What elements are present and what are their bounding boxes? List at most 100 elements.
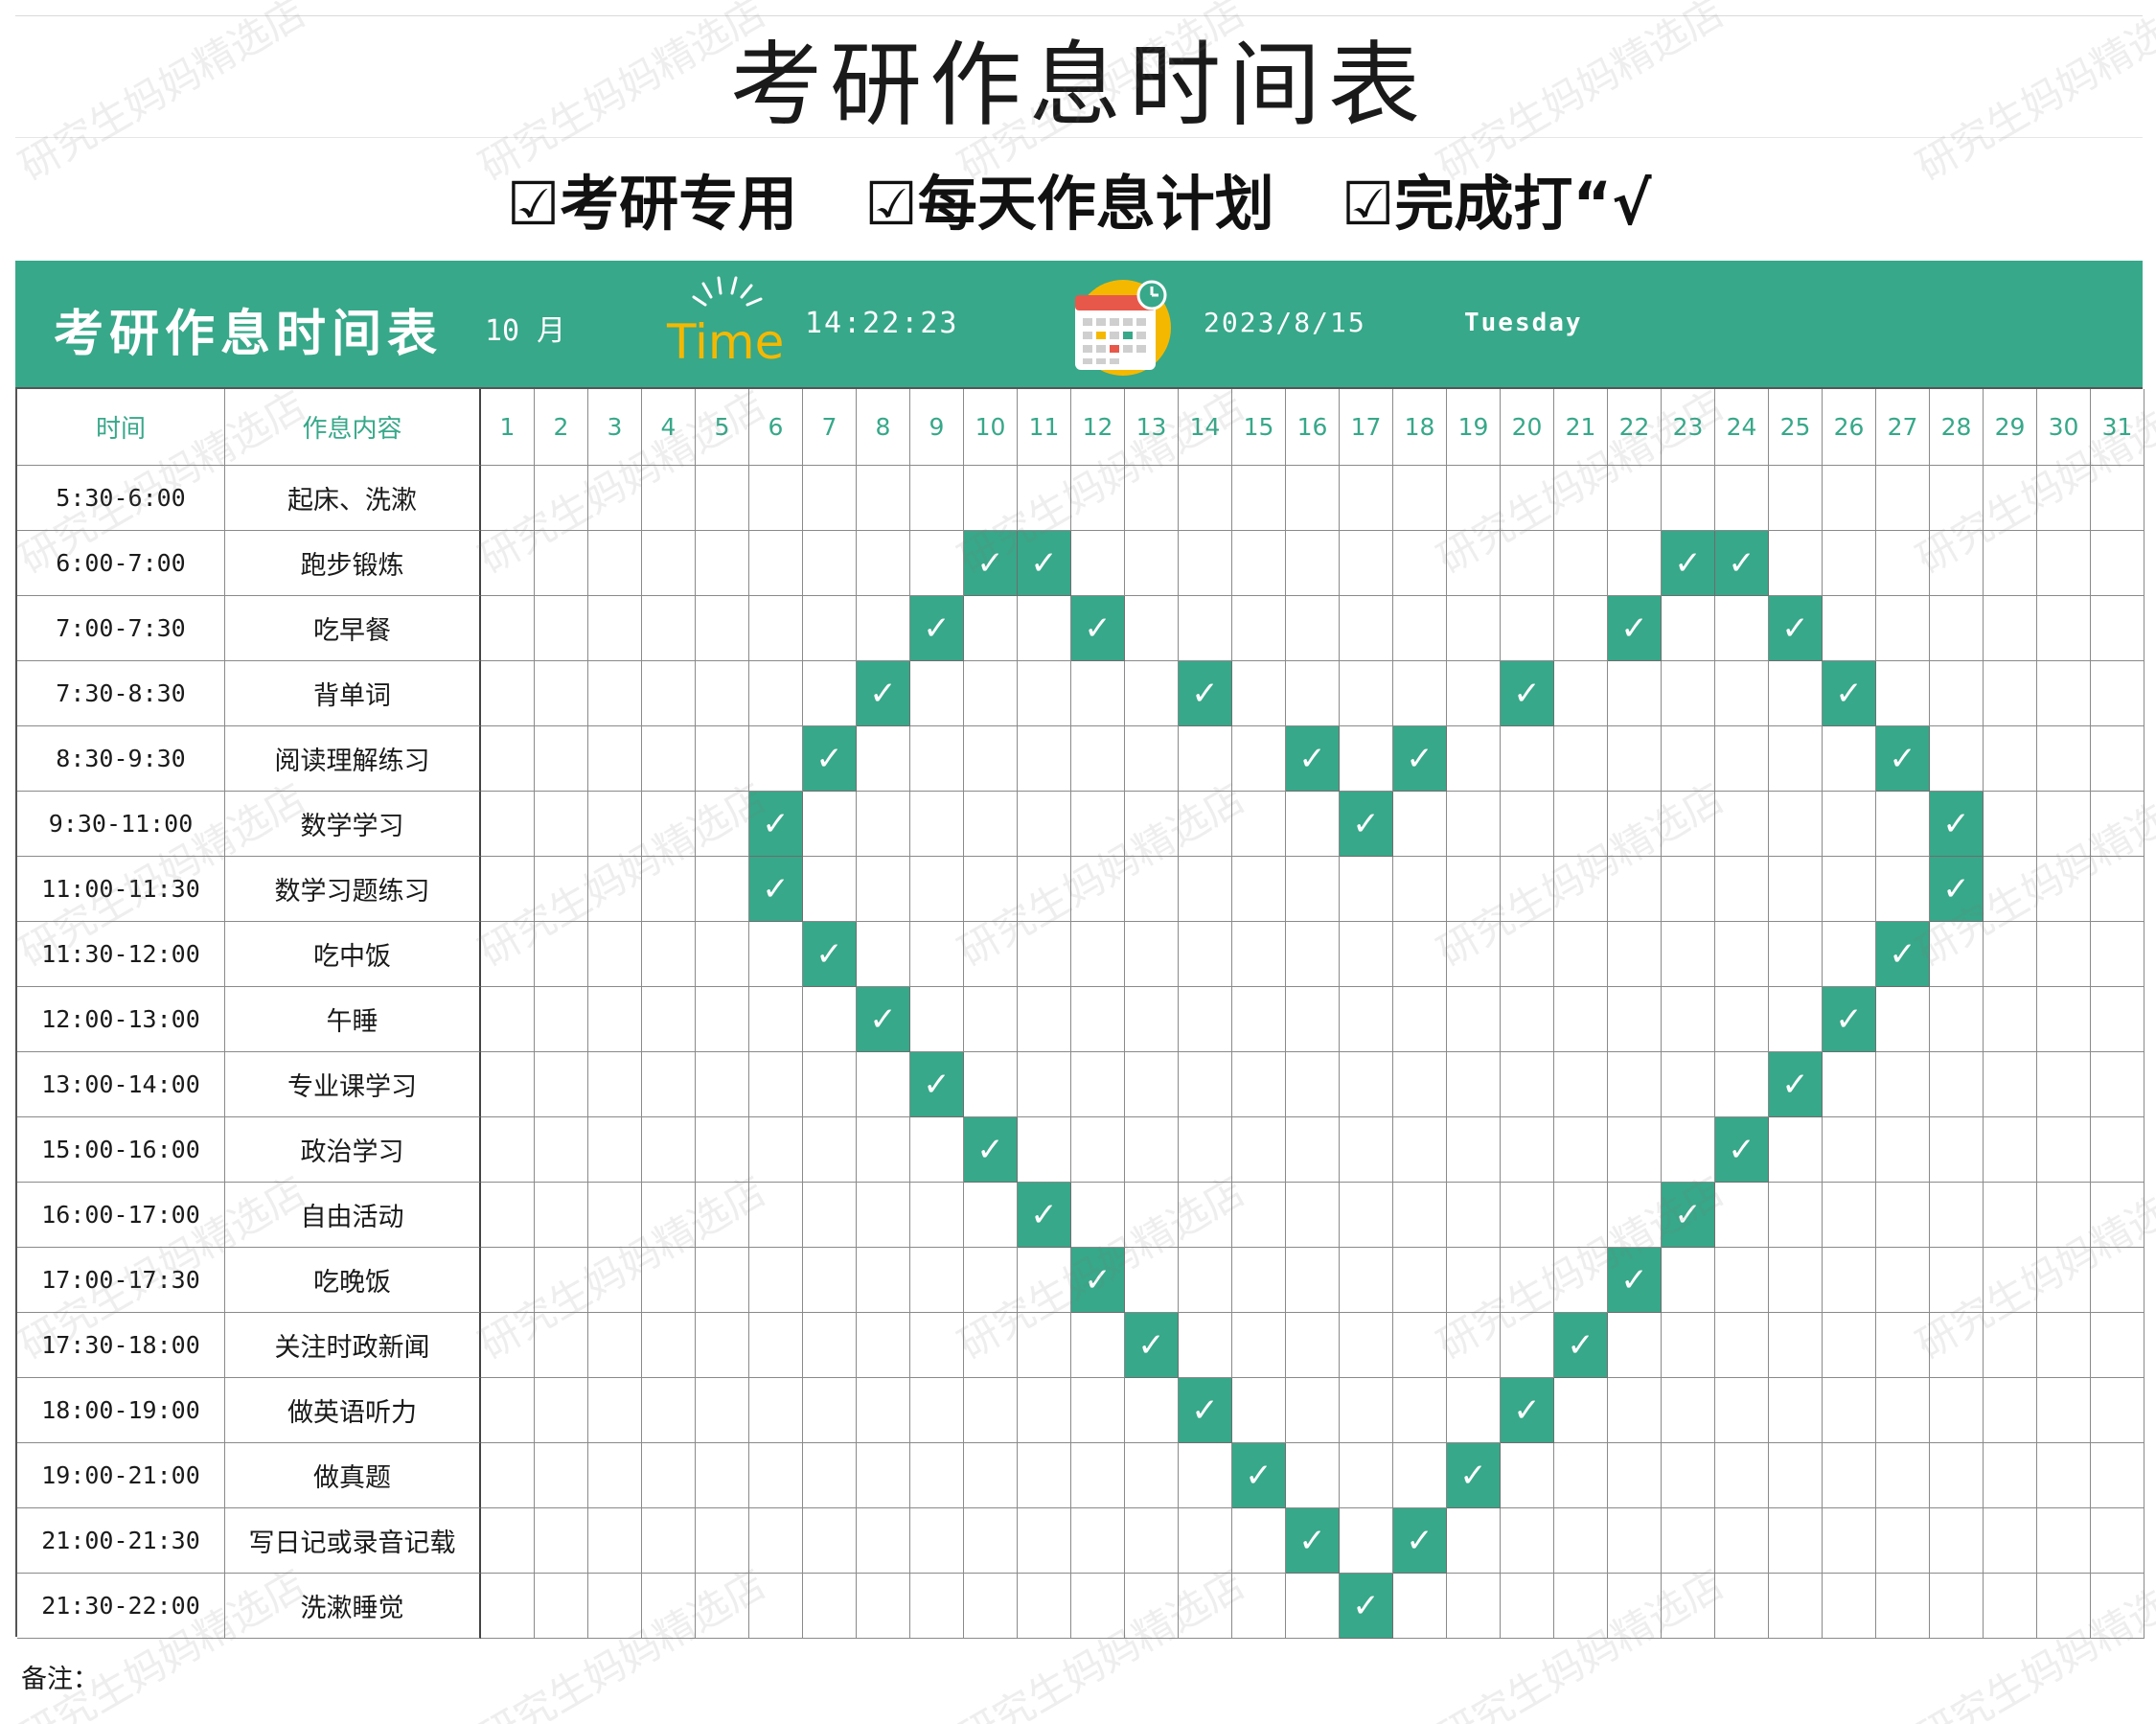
day-cell[interactable] [588,1443,642,1508]
checked-cell[interactable]: ✓ [1608,1248,1662,1313]
day-cell[interactable] [1071,987,1125,1052]
day-cell[interactable] [642,922,696,987]
day-cell[interactable] [803,531,857,596]
day-cell[interactable] [2091,726,2145,792]
day-cell[interactable] [1984,792,2037,857]
day-cell[interactable] [535,1443,588,1508]
day-cell[interactable] [1340,922,1393,987]
day-cell[interactable] [1447,466,1501,531]
day-cell[interactable] [1876,987,1930,1052]
day-cell[interactable] [1876,792,1930,857]
day-cell[interactable] [1071,792,1125,857]
day-cell[interactable] [1501,1052,1554,1117]
day-cell[interactable] [1662,792,1715,857]
day-cell[interactable] [1608,466,1662,531]
day-cell[interactable] [1501,792,1554,857]
day-cell[interactable] [642,857,696,922]
checked-cell[interactable]: ✓ [1179,1378,1232,1443]
day-cell[interactable] [1179,922,1232,987]
day-cell[interactable] [1715,1183,1769,1248]
day-cell[interactable] [749,596,803,661]
day-cell[interactable] [803,596,857,661]
day-cell[interactable] [481,1183,535,1248]
day-cell[interactable] [1823,596,1876,661]
checked-cell[interactable]: ✓ [1823,661,1876,726]
day-cell[interactable] [1769,1378,1823,1443]
day-cell[interactable] [1823,1248,1876,1313]
day-cell[interactable] [1071,1117,1125,1183]
day-cell[interactable] [642,1183,696,1248]
day-cell[interactable] [857,1574,910,1639]
day-cell[interactable] [857,1378,910,1443]
day-cell[interactable] [1125,1443,1179,1508]
day-cell[interactable] [2037,1052,2091,1117]
day-cell[interactable] [588,1248,642,1313]
checked-cell[interactable]: ✓ [1930,792,1984,857]
day-cell[interactable] [2037,922,2091,987]
day-cell[interactable] [1393,1313,1447,1378]
day-cell[interactable] [1554,1117,1608,1183]
day-cell[interactable] [2091,1443,2145,1508]
day-cell[interactable] [1930,922,1984,987]
day-cell[interactable] [1018,987,1071,1052]
day-cell[interactable] [2037,1443,2091,1508]
day-cell[interactable] [481,596,535,661]
day-cell[interactable] [2091,596,2145,661]
day-cell[interactable] [1501,1313,1554,1378]
day-cell[interactable] [1876,1313,1930,1378]
day-cell[interactable] [1769,987,1823,1052]
checked-cell[interactable]: ✓ [1823,987,1876,1052]
day-cell[interactable] [1608,1313,1662,1378]
day-cell[interactable] [535,987,588,1052]
checked-cell[interactable]: ✓ [803,922,857,987]
day-cell[interactable] [910,466,964,531]
day-cell[interactable] [588,1117,642,1183]
day-cell[interactable] [1769,466,1823,531]
day-cell[interactable] [481,726,535,792]
day-cell[interactable] [1447,1052,1501,1117]
day-cell[interactable] [1984,1574,2037,1639]
day-cell[interactable] [1984,922,2037,987]
day-cell[interactable] [1071,1574,1125,1639]
day-cell[interactable] [1340,987,1393,1052]
day-cell[interactable] [1179,857,1232,922]
day-cell[interactable] [803,661,857,726]
day-cell[interactable] [2091,1248,2145,1313]
day-cell[interactable] [1125,531,1179,596]
day-cell[interactable] [1554,466,1608,531]
day-cell[interactable] [1286,792,1340,857]
day-cell[interactable] [1769,857,1823,922]
day-cell[interactable] [1340,1443,1393,1508]
day-cell[interactable] [642,1248,696,1313]
day-cell[interactable] [481,792,535,857]
day-cell[interactable] [1769,1248,1823,1313]
day-cell[interactable] [1393,531,1447,596]
checked-cell[interactable]: ✓ [1715,531,1769,596]
day-cell[interactable] [535,1248,588,1313]
day-cell[interactable] [642,596,696,661]
day-cell[interactable] [1340,726,1393,792]
day-cell[interactable] [1018,792,1071,857]
day-cell[interactable] [1930,531,1984,596]
day-cell[interactable] [910,1183,964,1248]
day-cell[interactable] [535,531,588,596]
day-cell[interactable] [803,792,857,857]
day-cell[interactable] [1769,1117,1823,1183]
day-cell[interactable] [2091,1052,2145,1117]
day-cell[interactable] [1071,1378,1125,1443]
day-cell[interactable] [857,857,910,922]
day-cell[interactable] [1608,1574,1662,1639]
day-cell[interactable] [1823,1574,1876,1639]
day-cell[interactable] [1018,1313,1071,1378]
day-cell[interactable] [910,987,964,1052]
day-cell[interactable] [1608,726,1662,792]
day-cell[interactable] [857,1248,910,1313]
checked-cell[interactable]: ✓ [1769,1052,1823,1117]
day-cell[interactable] [1286,466,1340,531]
day-cell[interactable] [481,1313,535,1378]
day-cell[interactable] [857,1443,910,1508]
day-cell[interactable] [2091,792,2145,857]
day-cell[interactable] [1125,922,1179,987]
day-cell[interactable] [1286,661,1340,726]
checked-cell[interactable]: ✓ [857,987,910,1052]
